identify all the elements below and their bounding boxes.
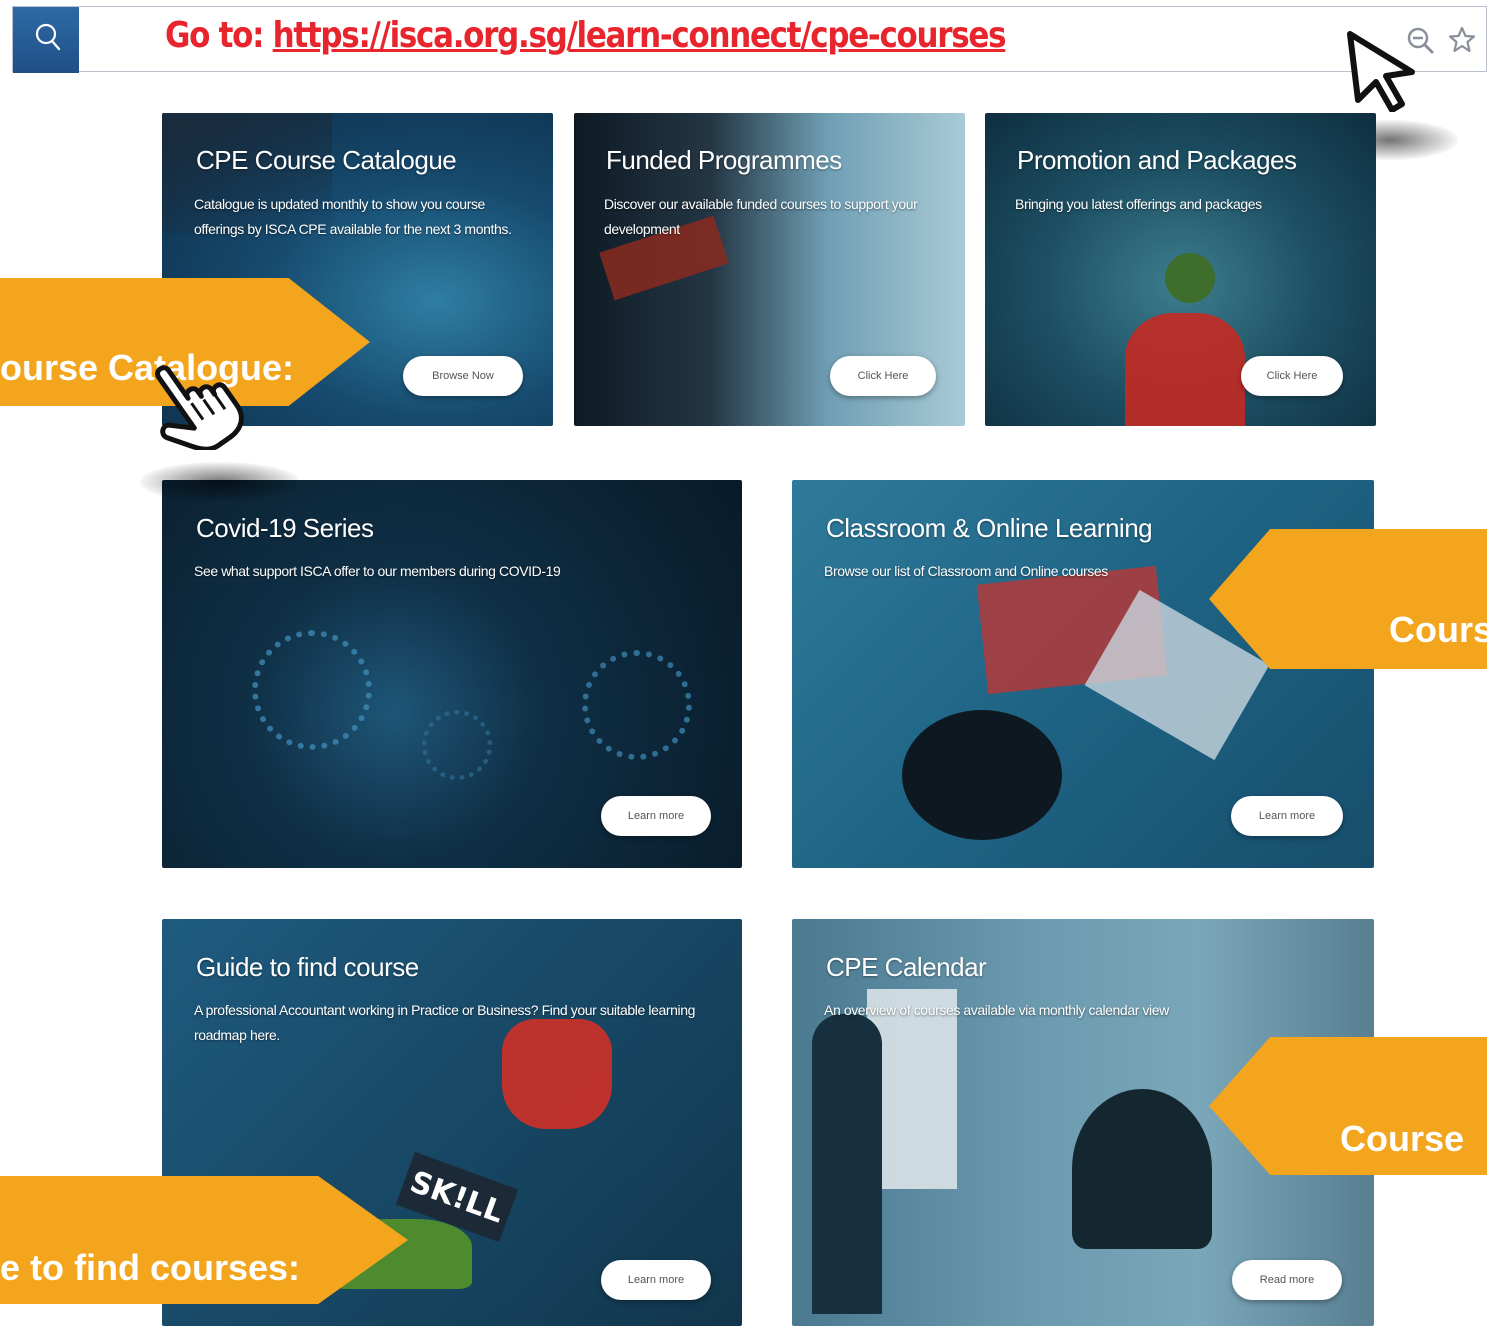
learn-more-button[interactable]: Learn more <box>601 1260 711 1300</box>
hand-pointer-icon <box>155 365 244 450</box>
card-title: Promotion and Packages <box>1017 145 1297 175</box>
click-here-button[interactable]: Click Here <box>1241 356 1343 396</box>
person-shape <box>902 710 1062 840</box>
search-icon <box>35 23 61 51</box>
virus-decoration <box>422 710 492 780</box>
callout-label: Cours <box>1389 609 1487 650</box>
url-link[interactable]: https://isca.org.sg/learn-connect/cpe-co… <box>273 15 1007 56</box>
card-overlay-shape <box>1125 313 1245 426</box>
goto-instruction: Go to: https://isca.org.sg/learn-connect… <box>165 15 1007 56</box>
card-description: Catalogue is updated monthly to show you… <box>194 196 512 237</box>
person-shape <box>1072 1089 1212 1249</box>
arrow-cursor-icon <box>1347 31 1415 112</box>
card-description: A professional Accountant working in Pra… <box>194 1002 696 1043</box>
virus-decoration <box>252 630 372 750</box>
card-title: Guide to find course <box>196 952 419 982</box>
card-description: Bringing you latest offerings and packag… <box>1015 196 1262 212</box>
read-more-button[interactable]: Read more <box>1232 1260 1342 1300</box>
card-title: Classroom & Online Learning <box>826 513 1153 543</box>
card-description: See what support ISCA offer to our membe… <box>194 563 561 579</box>
person-shape <box>812 1014 882 1314</box>
click-here-button[interactable]: Click Here <box>830 356 936 396</box>
star-icon[interactable] <box>1447 25 1477 55</box>
browse-now-button[interactable]: Browse Now <box>403 356 523 396</box>
search-button[interactable] <box>13 7 79 73</box>
card-overlay-shape <box>1165 253 1215 303</box>
card-title: Funded Programmes <box>606 145 842 175</box>
card-description: Discover our available funded courses to… <box>604 196 918 237</box>
callout-label: e to find courses: <box>0 1247 301 1288</box>
learn-more-button[interactable]: Learn more <box>1231 796 1343 836</box>
card-funded-programmes[interactable]: Funded Programmes Discover our available… <box>574 113 965 426</box>
card-promotion-and-packages[interactable]: Promotion and Packages Bringing you late… <box>985 113 1376 426</box>
card-title: Covid-19 Series <box>196 513 374 543</box>
virus-decoration <box>582 650 692 760</box>
card-title: CPE Course Catalogue <box>196 145 457 175</box>
address-bar[interactable]: Go to: https://isca.org.sg/learn-connect… <box>12 6 1487 73</box>
card-title: CPE Calendar <box>826 952 987 982</box>
hand-cursor-shadow <box>140 462 300 502</box>
goto-prefix: Go to: <box>165 15 273 56</box>
learn-more-button[interactable]: Learn more <box>601 796 711 836</box>
card-covid-19-series[interactable]: Covid-19 Series See what support ISCA of… <box>162 480 742 868</box>
card-description: An overview of courses available via mon… <box>824 1002 1169 1018</box>
callout-label: Course <box>1340 1118 1465 1159</box>
